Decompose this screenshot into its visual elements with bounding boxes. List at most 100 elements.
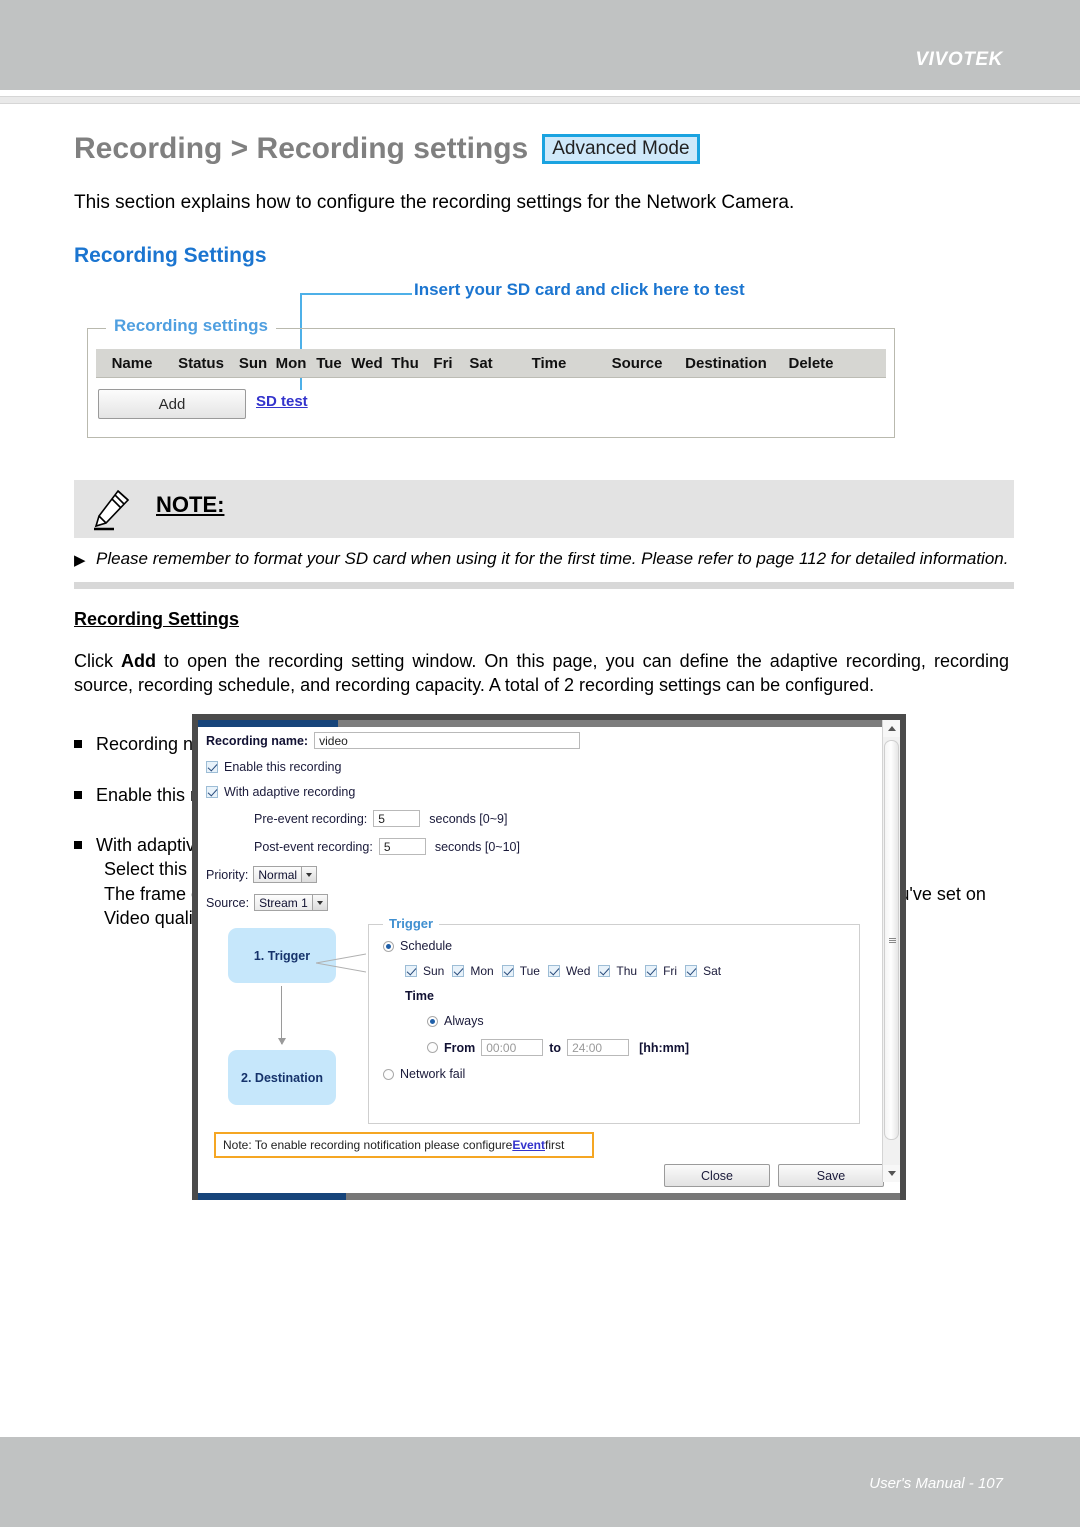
to-time-input[interactable]: 24:00 [567, 1039, 630, 1056]
priority-select[interactable]: Normal [253, 866, 318, 883]
column-sat: Sat [469, 354, 493, 372]
section-heading-recording-settings: Recording Settings [74, 244, 267, 267]
vivotek-logo: VIVOTEK [915, 49, 1003, 70]
day-checkbox-tue[interactable]: Tue [501, 964, 540, 978]
day-checkbox-sat[interactable]: Sat [685, 964, 721, 978]
sd-test-link[interactable]: SD test [256, 393, 308, 410]
day-checkbox-thu[interactable]: Thu [598, 964, 637, 978]
horizontal-scrollbar[interactable] [198, 1193, 900, 1200]
adaptive-recording-row[interactable]: With adaptive recording [206, 785, 854, 799]
schedule-radio[interactable] [383, 940, 394, 952]
source-row: Source: Stream 1 [206, 894, 854, 911]
post-event-input[interactable]: 5 [378, 838, 426, 855]
from-time-input[interactable]: 00:00 [481, 1039, 544, 1056]
source-value: Stream 1 [259, 895, 308, 910]
vertical-scrollbar[interactable] [882, 720, 900, 1182]
checkbox-mon-icon[interactable] [452, 965, 465, 977]
chevron-down-icon [311, 895, 327, 910]
priority-row: Priority: Normal [206, 866, 854, 883]
day-checkbox-fri[interactable]: Fri [645, 964, 677, 978]
always-radio-row[interactable]: Always [427, 1014, 847, 1028]
column-thu: Thu [391, 354, 419, 372]
checkbox-wed-icon[interactable] [547, 965, 560, 977]
dialog-titlebar [198, 720, 900, 727]
network-fail-radio[interactable] [383, 1068, 394, 1080]
day-label-sun: Sun [423, 964, 445, 978]
day-label-tue: Tue [519, 964, 540, 978]
close-button[interactable]: Close [664, 1164, 770, 1187]
hhmm-hint: [hh:mm] [639, 1040, 690, 1055]
dialog-note-box: Note: To enable recording notification p… [214, 1132, 594, 1158]
day-checkbox-wed[interactable]: Wed [547, 964, 591, 978]
always-radio[interactable] [427, 1015, 438, 1027]
network-fail-radio-row[interactable]: Network fail [383, 1067, 847, 1081]
day-label-thu: Thu [616, 964, 638, 978]
recording-table-header: Name Status Sun Mon Tue Wed Thu Fri Sat … [96, 349, 886, 378]
enable-recording-checkbox[interactable] [206, 761, 218, 773]
network-fail-label: Network fail [400, 1067, 466, 1081]
day-label-wed: Wed [565, 964, 591, 978]
column-destination: Destination [685, 354, 767, 372]
recording-name-row: Recording name: video [206, 732, 854, 749]
from-radio[interactable] [427, 1042, 438, 1053]
horizontal-scrollbar-thumb[interactable] [198, 1193, 346, 1200]
schedule-label: Schedule [400, 939, 453, 953]
flow-step-destination[interactable]: 2. Destination [228, 1050, 336, 1105]
column-fri: Fri [433, 354, 453, 372]
vertical-scrollbar-thumb[interactable] [884, 740, 899, 1140]
scroll-up-arrow-icon[interactable] [883, 720, 900, 737]
dialog-note-event-link[interactable]: Event [512, 1138, 545, 1152]
dialog-titlebar-accent [198, 720, 338, 727]
always-label: Always [444, 1014, 484, 1028]
scroll-down-arrow-icon[interactable] [883, 1165, 900, 1182]
paragraph-pre: Click [74, 651, 122, 672]
page-title-text: Recording > Recording settings [74, 132, 529, 165]
note-body: ▶ Please remember to format your SD card… [74, 548, 1041, 570]
paragraph-post: to open the recording setting window. On… [74, 651, 1010, 696]
checkbox-sat-icon[interactable] [685, 965, 698, 977]
advanced-mode-badge: Advanced Mode [542, 133, 700, 165]
schedule-radio-row[interactable]: Schedule [383, 939, 847, 953]
trigger-fieldset: Trigger Schedule Sun Mon Tue Wed Thu Fri… [368, 916, 860, 1124]
flow-arrow-icon [277, 986, 286, 1045]
enable-recording-row[interactable]: Enable this recording [206, 760, 854, 774]
recording-setting-dialog: Recording name: video Enable this record… [192, 714, 906, 1200]
enable-recording-label: Enable this recording [224, 760, 342, 774]
dialog-body: Recording name: video Enable this record… [206, 732, 884, 1187]
recording-name-input[interactable]: video [314, 732, 581, 749]
page-header: VIVOTEK [0, 0, 1080, 90]
from-to-radio-row[interactable]: From 00:00 to 24:00 [hh:mm] [427, 1039, 847, 1056]
checkbox-sun-icon[interactable] [405, 965, 417, 977]
chevron-down-icon [301, 867, 317, 882]
column-sun: Sun [238, 354, 268, 372]
footer-manual-label: User's Manual - 107 [869, 1475, 1003, 1492]
page-footer: User's Manual - 107 [0, 1437, 1080, 1527]
save-button[interactable]: Save [778, 1164, 884, 1187]
checkbox-fri-icon[interactable] [645, 965, 658, 977]
post-event-label: Post-event recording: [254, 839, 373, 854]
trigger-content: Schedule Sun Mon Tue Wed Thu Fri Sat Tim… [383, 939, 847, 1092]
day-checkbox-sun[interactable]: Sun [405, 964, 444, 978]
pre-event-units: seconds [0~9] [429, 811, 508, 826]
day-label-fri: Fri [663, 964, 678, 978]
pre-event-input[interactable]: 5 [373, 810, 421, 827]
pencil-icon [94, 489, 130, 531]
add-button[interactable]: Add [98, 389, 246, 419]
column-time: Time [531, 354, 567, 372]
note-arrow-icon: ▶ [74, 552, 86, 569]
dialog-note-pre: Note: To enable recording notification p… [223, 1138, 513, 1152]
paragraph-bold-add: Add [121, 651, 157, 672]
note-title: NOTE: [156, 492, 225, 517]
checkbox-thu-icon[interactable] [598, 965, 611, 977]
column-status: Status [178, 354, 224, 372]
recording-name-label: Recording name: [206, 733, 309, 748]
source-select[interactable]: Stream 1 [254, 894, 328, 911]
day-label-sat: Sat [703, 964, 722, 978]
note-box: NOTE: [74, 480, 1014, 538]
day-checkbox-mon[interactable]: Mon [452, 964, 494, 978]
checkbox-tue-icon[interactable] [501, 965, 514, 977]
flow-connector-line [316, 953, 366, 973]
recording-settings-legend: Recording settings [106, 316, 276, 336]
recording-settings-panel: Recording settings Name Status Sun Mon T… [87, 316, 895, 438]
adaptive-recording-checkbox[interactable] [206, 786, 218, 798]
